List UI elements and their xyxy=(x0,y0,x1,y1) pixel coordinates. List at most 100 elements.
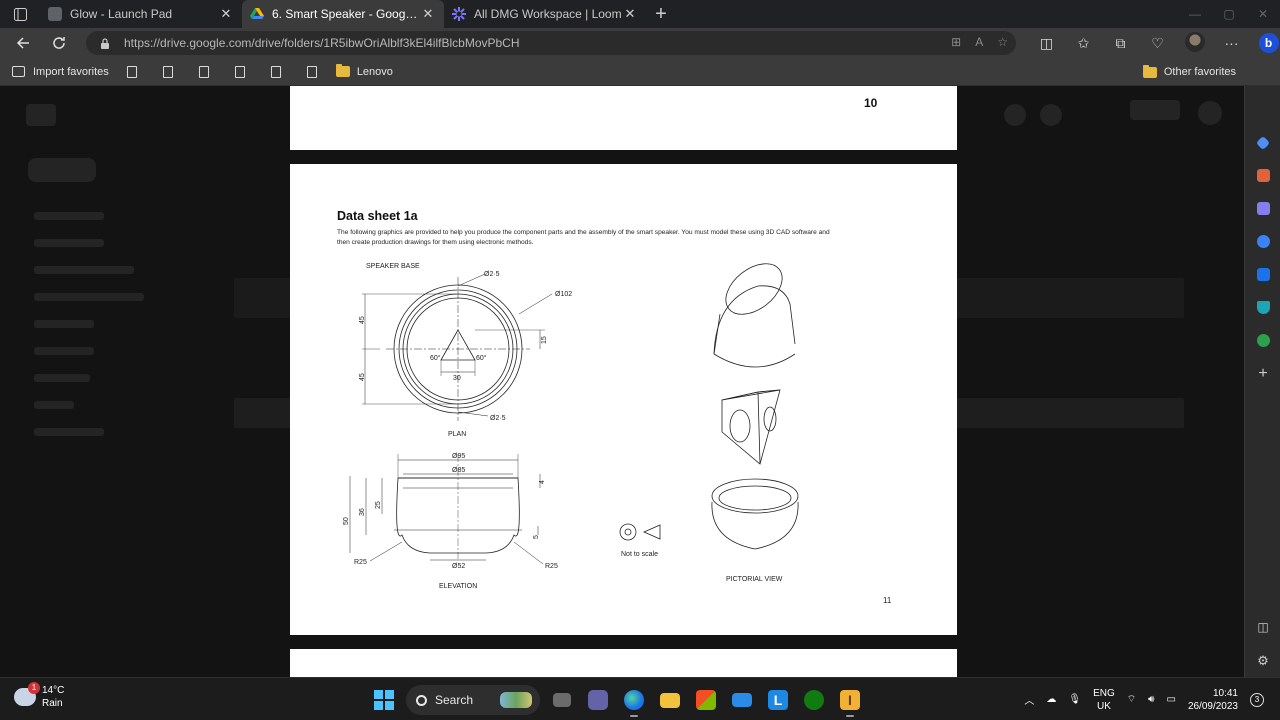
back-button[interactable] xyxy=(5,28,41,58)
dim-25: 25 xyxy=(375,501,382,509)
dim-45-b: 45 xyxy=(359,373,366,381)
rain-cloud-icon: 1 xyxy=(14,682,40,706)
sidebar-hide-icon[interactable]: ◫ xyxy=(1245,610,1280,643)
folder-icon xyxy=(1142,64,1157,78)
import-favorites-label: Import favorites xyxy=(33,65,109,78)
glow-favicon-icon xyxy=(48,7,62,21)
sidebar-m365-icon[interactable] xyxy=(1245,225,1280,258)
notification-center-badge[interactable]: 3 xyxy=(1250,692,1264,707)
address-bar[interactable]: https://drive.google.com/drive/folders/1… xyxy=(86,31,1016,55)
favorite-star-icon[interactable]: ☆ xyxy=(997,35,1008,49)
tab-smart-speaker-drive[interactable]: 6. Smart Speaker - Google Drive ✕ xyxy=(242,0,444,28)
pictorial-middle-part xyxy=(721,389,781,465)
pictorial-view-label: PICTORIAL VIEW xyxy=(726,576,783,583)
lenovo-folder[interactable]: Lenovo xyxy=(335,64,393,78)
bookmark-page-icon[interactable] xyxy=(270,65,281,78)
tab-glow-launch-pad[interactable]: Glow - Launch Pad ✕ xyxy=(40,0,242,28)
dim-30: 30 xyxy=(453,375,461,382)
file-explorer-icon[interactable] xyxy=(652,682,688,718)
sidebar-drop-icon[interactable] xyxy=(1245,291,1280,324)
clock-date: 26/09/2023 xyxy=(1187,700,1238,712)
clock[interactable]: 10:41 26/09/2023 xyxy=(1188,687,1238,713)
minimize-button[interactable]: — xyxy=(1178,0,1212,28)
windows-taskbar: 1 14°C Rain Search L I ︿ ☁ 🎙︎ ENG UK ⌔ 🔊… xyxy=(0,677,1280,720)
profile-avatar[interactable] xyxy=(1176,31,1213,55)
sidebar-tools-icon[interactable] xyxy=(1245,159,1280,192)
sidebar-outlook-icon[interactable] xyxy=(1245,258,1280,291)
taskbar-search[interactable]: Search xyxy=(406,685,540,715)
bookmark-page-icon[interactable] xyxy=(306,65,317,78)
tab-loom-workspace[interactable]: All DMG Workspace | Loom ✕ xyxy=(444,0,646,28)
app-i-icon[interactable]: I xyxy=(832,682,868,718)
volume-icon[interactable]: 🔊︎ xyxy=(1148,694,1154,705)
import-favorites-link[interactable]: Import favorites xyxy=(12,66,109,78)
bookmark-page-icon[interactable] xyxy=(234,65,245,78)
browser-essentials-icon[interactable]: ♡ xyxy=(1139,35,1176,52)
teams-chat-icon[interactable] xyxy=(580,682,616,718)
sidebar-settings-icon[interactable]: ⚙ xyxy=(1245,644,1280,677)
collections-icon[interactable]: ⧉ xyxy=(1102,35,1139,52)
microsoft-store-icon[interactable] xyxy=(688,682,724,718)
search-label: Search xyxy=(435,693,474,707)
sidebar-tree-icon[interactable] xyxy=(1245,324,1280,357)
close-tab-icon[interactable]: ✕ xyxy=(218,6,234,22)
mail-icon[interactable] xyxy=(724,682,760,718)
language-indicator[interactable]: ENG UK xyxy=(1093,687,1115,713)
refresh-button[interactable] xyxy=(41,28,77,58)
split-screen-icon[interactable]: ◫ xyxy=(1028,35,1065,52)
dim-36: 36 xyxy=(359,508,366,516)
tab-title: 6. Smart Speaker - Google Drive xyxy=(272,7,420,21)
more-menu-icon[interactable]: ··· xyxy=(1213,35,1250,51)
dim-r25-right: R25 xyxy=(545,563,558,570)
tab-strip: Glow - Launch Pad ✕ 6. Smart Speaker - G… xyxy=(0,0,1280,28)
sidebar-search-icon[interactable] xyxy=(1245,126,1280,159)
language-code: ENG xyxy=(1093,687,1115,699)
dim-d25-bottom: Ø2·5 xyxy=(490,415,506,422)
microphone-icon[interactable]: 🎙︎ xyxy=(1068,694,1081,705)
lenovo-folder-label: Lenovo xyxy=(356,65,393,78)
tab-actions-button[interactable] xyxy=(0,0,40,28)
close-tab-icon[interactable]: ✕ xyxy=(420,6,436,22)
battery-icon[interactable]: ▭ xyxy=(1166,694,1175,705)
new-tab-button[interactable]: + xyxy=(646,0,676,28)
read-aloud-icon[interactable]: A xyxy=(975,35,983,49)
edge-browser-icon[interactable] xyxy=(616,682,652,718)
not-to-scale-label: Not to scale xyxy=(621,551,658,558)
close-tab-icon[interactable]: ✕ xyxy=(622,6,638,22)
bookmark-page-icon[interactable] xyxy=(126,65,137,78)
close-window-button[interactable]: ✕ xyxy=(1246,0,1280,28)
back-arrow-icon xyxy=(16,37,29,49)
plan-label: PLAN xyxy=(448,431,466,438)
loom-icon xyxy=(452,7,466,21)
angle-60-left: 60° xyxy=(430,354,441,362)
onedrive-icon[interactable]: ☁ xyxy=(1046,694,1056,705)
elevation-label: ELEVATION xyxy=(439,583,477,590)
wifi-icon[interactable]: ⌔ xyxy=(1127,693,1136,706)
favorites-bar: Import favorites Lenovo Other favorites xyxy=(0,58,1280,86)
sidebar-games-icon[interactable] xyxy=(1245,192,1280,225)
weather-widget[interactable]: 1 14°C Rain xyxy=(14,682,64,710)
task-view-button[interactable] xyxy=(544,682,580,718)
sidebar-add-icon[interactable]: + xyxy=(1245,357,1280,390)
show-hidden-icons-icon[interactable]: ︿ xyxy=(1024,692,1034,707)
copilot-icon[interactable]: b xyxy=(1250,33,1280,53)
lock-icon xyxy=(101,37,109,49)
maximize-button[interactable]: ▢ xyxy=(1212,0,1246,28)
edge-sidebar: + ◫ ⚙ xyxy=(1244,86,1280,677)
bookmark-page-icon[interactable] xyxy=(162,65,173,78)
tab-actions-icon xyxy=(13,7,27,21)
keyboard-region: UK xyxy=(1096,700,1111,712)
favorites-icon[interactable]: ✩ xyxy=(1065,35,1102,52)
pdf-page-11: Data sheet 1a The following graphics are… xyxy=(290,164,957,635)
dim-50: 50 xyxy=(343,517,350,525)
bookmark-page-icon[interactable] xyxy=(198,65,209,78)
other-favorites-folder[interactable]: Other favorites xyxy=(1142,58,1236,86)
app-available-icon[interactable]: ⊞ xyxy=(951,35,961,49)
xbox-icon[interactable] xyxy=(796,682,832,718)
app-l-icon[interactable]: L xyxy=(760,682,796,718)
start-button[interactable] xyxy=(366,682,402,718)
pdf-page-10: 10 xyxy=(290,86,957,150)
dim-d25-top: Ø2·5 xyxy=(484,271,500,278)
url-text: https://drive.google.com/drive/folders/1… xyxy=(124,36,520,50)
dim-d52: Ø52 xyxy=(452,563,465,570)
